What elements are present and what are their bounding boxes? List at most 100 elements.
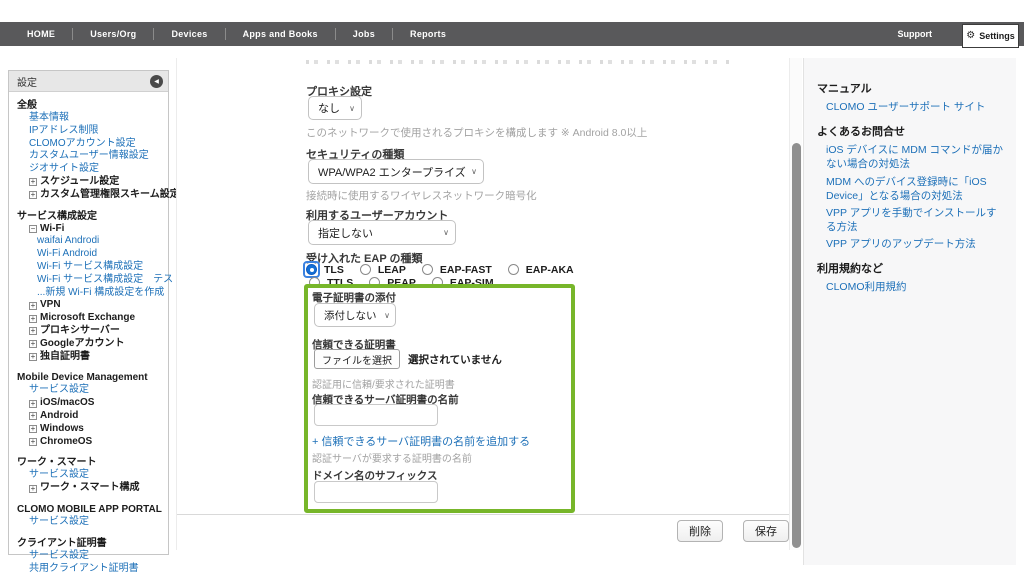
sidebar-item[interactable]: Wi-Fi サービス構成設定 (17, 261, 164, 274)
sidebar-item-label: ChromeOS (40, 436, 92, 449)
chevron-down-icon: ∨ (384, 311, 390, 320)
sidebar-item-label: プロキシサーバー (40, 325, 120, 338)
sidebar-item-label: ...新規 Wi-Fi 構成設定を作成 (37, 287, 164, 300)
expand-icon[interactable]: + (29, 315, 37, 323)
security-type-select[interactable]: WPA/WPA2 エンタープライズ ∨ (308, 159, 484, 184)
sidebar-item[interactable]: 基本情報 (17, 112, 164, 125)
security-help-text: 接続時に使用するワイヤレスネットワーク暗号化 (306, 188, 537, 203)
server-cert-help-text: 認証サーバが要求する証明書の名前 (312, 450, 472, 465)
sidebar-item-label: 共用クライアント証明書 (29, 563, 139, 576)
cert-attach-select[interactable]: 添付しない ∨ (314, 303, 396, 327)
chevron-down-icon: ∨ (443, 228, 449, 237)
radio-option-eap-aka[interactable]: EAP-AKA (505, 261, 574, 278)
sidebar-item[interactable]: −Wi-Fi (17, 223, 164, 236)
sidebar-item[interactable]: IPアドレス制限 (17, 125, 164, 138)
scrollbar-track[interactable] (789, 58, 802, 550)
sidebar-item[interactable]: +VPN (17, 299, 164, 312)
sidebar-item[interactable]: ...新規 Wi-Fi 構成設定を作成 (17, 287, 164, 300)
help-link[interactable]: VPP アプリを手動でインストールする方法 (817, 206, 1006, 234)
sidebar-item[interactable]: Wi-Fi Android (17, 248, 164, 261)
expand-icon[interactable]: + (29, 412, 37, 420)
help-link[interactable]: VPP アプリのアップデート方法 (817, 237, 1006, 251)
highlight-box: 電子証明書の添付 添付しない ∨ 信頼できる証明書 ファイルを選択 選択されてい… (304, 284, 575, 513)
settings-tab-label: Settings (979, 31, 1015, 41)
nav-item-support[interactable]: Support (898, 22, 933, 46)
sidebar-item[interactable]: waifai Androdi (17, 235, 164, 248)
sidebar-item-label: waifai Androdi (37, 235, 99, 248)
sidebar-section-title: 全般 (17, 99, 164, 112)
sidebar-item-label: Googleアカウント (40, 338, 124, 351)
sidebar-item[interactable]: Wi-Fi サービス構成設定 テスト (17, 274, 164, 287)
save-button[interactable]: 保存 (743, 520, 789, 542)
radio-icon[interactable] (508, 264, 519, 275)
sidebar-section-title: ワーク・スマート (17, 456, 164, 469)
help-link[interactable]: iOS デバイスに MDM コマンドが届かない場合の対処法 (817, 143, 1006, 171)
collapse-sidebar-button[interactable]: ◀ (150, 75, 163, 88)
sidebar-item[interactable]: +Googleアカウント (17, 338, 164, 351)
sidebar-item[interactable]: +Android (17, 410, 164, 423)
nav-item-home[interactable]: HOME (10, 29, 72, 39)
sidebar-item[interactable]: +ChromeOS (17, 436, 164, 449)
sidebar-item[interactable]: サービス設定 (17, 550, 164, 563)
form-divider (177, 514, 789, 515)
nav-item-jobs[interactable]: Jobs (336, 29, 392, 39)
security-type-select-value: WPA/WPA2 エンタープライズ (318, 164, 466, 180)
expand-icon[interactable]: + (29, 485, 37, 493)
sidebar-item[interactable]: CLOMOアカウント設定 (17, 138, 164, 151)
tab-settings[interactable]: ⚙ Settings (962, 24, 1019, 48)
sidebar-item[interactable]: +Microsoft Exchange (17, 312, 164, 325)
expand-icon[interactable]: + (29, 191, 37, 199)
help-link[interactable]: CLOMO ユーザーサポート サイト (817, 100, 1006, 114)
file-status-text: 選択されていません (408, 352, 502, 367)
sidebar-item[interactable]: +独自証明書 (17, 351, 164, 364)
sidebar-item-label: サービス設定 (29, 516, 89, 529)
help-link[interactable]: MDM へのデバイス登録時に「iOS Device」となる場合の対処法 (817, 175, 1006, 203)
expand-icon[interactable]: + (29, 302, 37, 310)
user-account-select[interactable]: 指定しない ∨ (308, 220, 456, 245)
sidebar-item[interactable]: ジオサイト設定 (17, 163, 164, 176)
sidebar-item-label: Wi-Fi (40, 223, 64, 236)
nav-item-apps-and-books[interactable]: Apps and Books (226, 29, 335, 39)
sidebar-item[interactable]: +Windows (17, 423, 164, 436)
sidebar-item[interactable]: +iOS/macOS (17, 397, 164, 410)
nav-item-devices[interactable]: Devices (154, 29, 224, 39)
delete-button[interactable]: 削除 (677, 520, 723, 542)
expand-icon[interactable]: + (29, 438, 37, 446)
sidebar-item[interactable]: サービス設定 (17, 384, 164, 397)
help-section-title: 利用規約など (817, 260, 1006, 276)
expand-icon[interactable]: + (29, 425, 37, 433)
sidebar-item-label: Wi-Fi サービス構成設定 (37, 261, 143, 274)
expand-icon[interactable]: + (29, 353, 37, 361)
domain-suffix-input[interactable] (314, 481, 438, 503)
help-link[interactable]: CLOMO利用規約 (817, 280, 1006, 294)
proxy-select[interactable]: なし ∨ (308, 96, 362, 120)
sidebar-item[interactable]: サービス設定 (17, 469, 164, 482)
expand-icon[interactable]: + (29, 178, 37, 186)
sidebar-item[interactable]: サービス設定 (17, 516, 164, 529)
sidebar-item-label: Android (40, 410, 78, 423)
top-nav-bar: HOMEUsers/OrgDevicesApps and BooksJobsRe… (0, 22, 1024, 46)
proxy-help-text: このネットワークで使用されるプロキシを構成します ※ Android 8.0以上 (306, 125, 647, 140)
sidebar-item[interactable]: +スケジュール設定 (17, 176, 164, 189)
expand-icon[interactable]: + (29, 340, 37, 348)
sidebar-item[interactable]: 共用クライアント証明書 (17, 563, 164, 576)
server-cert-name-input[interactable] (314, 404, 438, 426)
add-server-cert-link[interactable]: + 信頼できるサーバ証明書の名前を追加する (312, 433, 530, 449)
sidebar-item[interactable]: カスタムユーザー情報設定 (17, 150, 164, 163)
sidebar-item[interactable]: +ワーク・スマート構成 (17, 482, 164, 495)
nav-item-users-org[interactable]: Users/Org (73, 29, 153, 39)
sidebar-item-label: サービス設定 (29, 550, 89, 563)
help-panel-content: マニュアルCLOMO ユーザーサポート サイトよくあるお問合せiOS デバイスに… (817, 80, 1006, 295)
sidebar-item[interactable]: +プロキシサーバー (17, 325, 164, 338)
file-select-button[interactable]: ファイルを選択 (314, 349, 400, 369)
nav-item-reports[interactable]: Reports (393, 29, 463, 39)
sidebar-item[interactable]: +カスタム管理権限スキーム設定 (17, 189, 164, 202)
sidebar-section-title: Mobile Device Management (17, 371, 164, 384)
expand-icon[interactable]: + (29, 327, 37, 335)
expand-icon[interactable]: + (29, 400, 37, 408)
collapse-icon[interactable]: − (29, 225, 37, 233)
sidebar-item-label: VPN (40, 299, 61, 312)
sidebar-item-label: ワーク・スマート構成 (40, 482, 140, 495)
scrollbar-thumb[interactable] (792, 143, 801, 548)
sidebar-item-label: カスタム管理権限スキーム設定 (40, 189, 180, 202)
